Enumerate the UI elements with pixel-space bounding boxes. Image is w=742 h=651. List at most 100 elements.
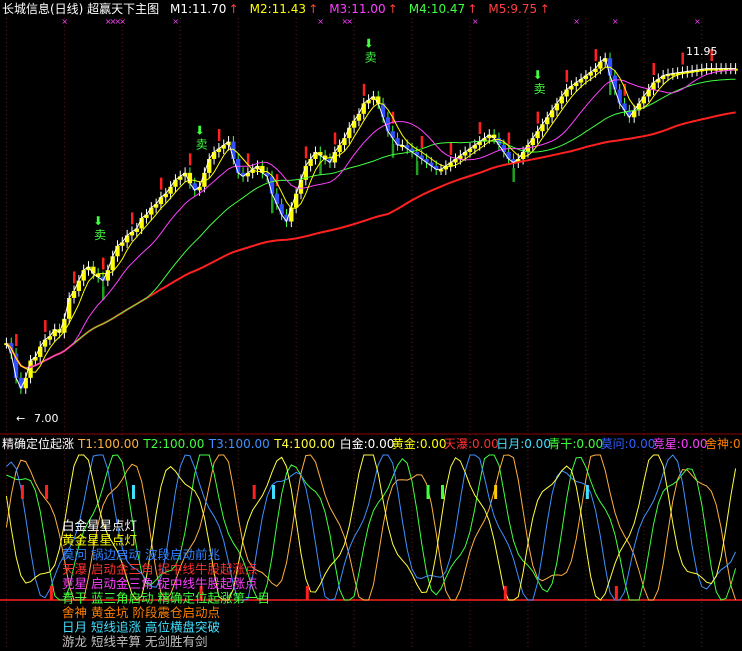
sell-label: 卖 [196, 138, 208, 152]
sub-header-items: T1:100.00 T2:100.00 T3:100.00 T4:100.00 白金:0… [77, 436, 741, 451]
candle-body [351, 120, 357, 128]
candle-body [549, 110, 555, 118]
green-bar [415, 161, 419, 176]
candle-body [139, 218, 144, 229]
candle-body [42, 339, 48, 347]
candle-body [187, 172, 193, 184]
sub-item-4: 白金:0.00 [340, 436, 395, 451]
indicator-4: M5:9.75 [488, 2, 537, 16]
up-arrow-icon: ↑ [540, 2, 550, 16]
red-bar [565, 69, 569, 82]
red-bar [304, 146, 308, 159]
candle-body [173, 179, 178, 187]
sub-title: 精确定位起涨 [2, 436, 74, 451]
candle-body [38, 346, 43, 358]
signal-bar [426, 485, 430, 499]
sub-item-11: 舍神:0 [705, 436, 741, 451]
sell-arrow-icon: ⬇ [364, 37, 374, 51]
indicator-0: M1:11.70 [170, 2, 226, 16]
candle-body [530, 138, 535, 146]
candle-body [105, 270, 110, 281]
candle-body [337, 145, 342, 153]
red-bar [188, 153, 192, 166]
candle-body [506, 152, 511, 159]
candle-body [390, 131, 395, 139]
candle-body [308, 158, 313, 166]
x-marker: × [61, 17, 68, 26]
x-marker: × [317, 17, 324, 26]
sell-arrow-icon: ⬇ [533, 68, 543, 82]
bottom-signal-bar [305, 586, 309, 600]
legend-line-2: 莫问 锅边启动 波段启动前兆 [62, 547, 220, 562]
candle-body [598, 61, 603, 69]
red-bar [362, 83, 366, 96]
signal-bar [494, 485, 498, 499]
indicator-3: M4:10.47 [409, 2, 465, 16]
sell-label: 卖 [365, 51, 377, 65]
legend-line-4: 竞星 启动金三角 捉中线牛股起涨点 [62, 576, 257, 591]
up-arrow-icon: ↑ [388, 2, 398, 16]
sub-item-2: T3:100.00 [208, 437, 270, 451]
candle-body [289, 207, 294, 222]
legend-line-3: 天瀑 启动金三角 捉中线牛股起涨点 [62, 562, 257, 577]
candle-body [23, 377, 28, 389]
candle-body [279, 204, 284, 215]
legend-line-8: 游龙 短线辛算 无剑胜有剑 [62, 634, 207, 649]
red-bar [159, 177, 163, 190]
red-bar [333, 132, 337, 145]
sub-item-5: 黄金:0.00 [392, 436, 447, 451]
bottom-signal-bar [49, 586, 53, 600]
sell-label: 卖 [534, 82, 546, 96]
sub-item-8: 青干:0.00 [548, 437, 603, 451]
red-bar [536, 111, 540, 124]
legend-line-5: 青干 蓝三角启动 精确定位起涨第一目 [62, 591, 270, 606]
main-title: 长城信息(日线) 超赢天下主图 [2, 1, 159, 16]
sub-item-10: 竞星:0.00 [653, 437, 708, 451]
candle-body [115, 245, 120, 257]
candle-body [356, 113, 362, 121]
candle-body [376, 96, 381, 104]
signal-bar [441, 485, 445, 499]
candle-body [71, 291, 77, 298]
candle-body [612, 75, 618, 90]
candle-body [110, 256, 115, 271]
x-marker: × [694, 17, 701, 26]
green-bar [512, 168, 515, 183]
candle-body [646, 89, 651, 97]
legend-line-6: 舍神 黄金坑 阶段震仓启动点 [62, 605, 220, 620]
red-bar [15, 334, 18, 346]
sell-arrow-icon: ⬇ [93, 214, 103, 228]
x-marker: × [573, 17, 580, 26]
green-bar [271, 199, 274, 214]
sub-item-9: 莫问:0.00 [601, 437, 656, 451]
candle-body [168, 186, 173, 194]
red-bar [217, 129, 221, 141]
sub-item-0: T1:100.00 [77, 437, 139, 451]
up-arrow-icon: ↑ [229, 2, 239, 16]
left-arrow-icon: ← [16, 412, 25, 425]
red-bar [420, 135, 424, 148]
candle-body [81, 270, 86, 281]
green-bar [609, 81, 612, 96]
bottom-signal-bar [614, 586, 618, 600]
stock-chart: ⬇卖⬇卖⬇卖⬇卖× ×××× × × ×× × × × × 长城信息(日线) 超赢天下主图 M1… [0, 0, 742, 651]
indicator-2: M3:11.00 [329, 2, 385, 16]
candle-body [520, 152, 526, 159]
signal-bar [45, 485, 49, 499]
x-marker: × [612, 17, 619, 26]
candle-body [67, 297, 72, 319]
red-bar [594, 49, 598, 62]
candle-body [149, 207, 154, 215]
low-price-label: 7.00 [34, 412, 59, 425]
candle-body [211, 152, 217, 159]
red-bar [44, 320, 47, 333]
sell-label: 卖 [94, 228, 106, 242]
candle-body [559, 96, 564, 104]
sub-item-7: 日月:0.00 [496, 437, 551, 451]
candle-body [554, 103, 560, 111]
indicator-1: M2:11.43 [250, 2, 306, 16]
candle-body [651, 82, 656, 90]
candle-body [269, 176, 275, 194]
red-bar [73, 271, 76, 284]
legend-line-7: 日月 短线追涨 高位横盘突破 [62, 620, 220, 635]
